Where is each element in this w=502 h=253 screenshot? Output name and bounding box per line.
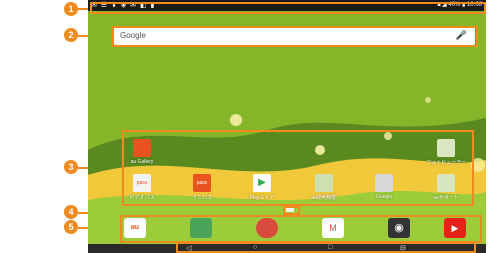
callout-2: 2	[64, 28, 78, 42]
highlight-status-bar	[90, 2, 486, 14]
highlight-nav-bar	[176, 242, 476, 253]
callout-4: 4	[64, 205, 78, 219]
highlight-app-area	[122, 130, 474, 206]
callout-3: 3	[64, 160, 78, 174]
highlight-search-bar	[112, 26, 478, 47]
callout-5: 5	[64, 220, 78, 234]
figure: 1 2 3 4 5 ✉ ☰ ⬇ ◈ ✉ ◧ ▮ ▲◢ 40% ▮ 10:00 G…	[0, 0, 502, 253]
callout-1: 1	[64, 2, 78, 16]
highlight-dock	[120, 215, 482, 243]
highlight-page-indicator	[283, 206, 300, 215]
